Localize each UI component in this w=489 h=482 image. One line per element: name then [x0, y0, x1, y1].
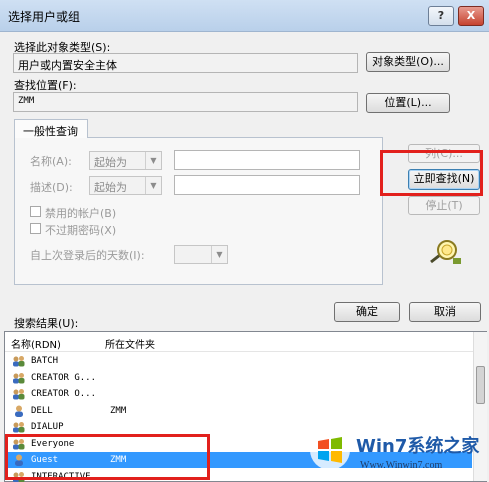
disabled-accounts-checkbox[interactable]	[30, 206, 41, 217]
description-mode-select[interactable]: 起始为 ▼	[89, 176, 162, 195]
column-header-name[interactable]: 名称(RDN)	[11, 336, 61, 351]
cancel-button[interactable]: 取消	[409, 302, 481, 322]
title-bar: 选择用户或组 ? X	[0, 0, 489, 32]
table-row[interactable]: DELL ZMM	[6, 403, 472, 419]
row-name: CREATOR G...	[31, 372, 97, 383]
row-folder: ZMM	[110, 405, 127, 416]
description-input[interactable]	[174, 175, 360, 195]
row-name: DELL	[31, 405, 53, 416]
table-row[interactable]: BATCH	[6, 353, 472, 369]
column-header-folder[interactable]: 所在文件夹	[105, 336, 155, 351]
help-button[interactable]: ?	[428, 6, 454, 26]
find-now-button[interactable]: 立即查找(N)	[408, 169, 480, 190]
user-icon	[15, 405, 23, 417]
row-name: CREATOR O...	[31, 389, 97, 399]
description-label: 描述(D):	[30, 181, 73, 194]
watermark: Win7系统之家 Www.Winwin7.com	[300, 426, 489, 482]
group-icon	[13, 389, 25, 400]
object-type-field: 用户或内置安全主体	[13, 53, 358, 73]
results-header: 名称(RDN) 所在文件夹	[5, 332, 473, 352]
disabled-accounts-label: 禁用的帐户(B)	[45, 207, 117, 220]
table-row[interactable]: CREATOR O...	[6, 386, 472, 402]
watermark-brand: Win7系统之家	[356, 436, 480, 457]
name-mode-select[interactable]: 起始为 ▼	[89, 151, 162, 170]
table-row[interactable]: CREATOR G...	[6, 370, 472, 386]
chevron-down-icon: ▼	[145, 177, 161, 194]
object-types-button[interactable]: 对象类型(O)...	[366, 52, 450, 72]
location-label: 查找位置(F):	[14, 79, 77, 92]
row-name: BATCH	[31, 356, 59, 366]
days-since-logon-label: 自上次登录后的天数(I):	[30, 249, 145, 262]
description-mode-value: 起始为	[94, 181, 127, 194]
tab-general-query[interactable]: 一般性查询	[14, 119, 88, 138]
name-mode-value: 起始为	[94, 156, 127, 169]
chevron-down-icon: ▼	[145, 152, 161, 169]
help-icon: ?	[437, 9, 445, 22]
stop-button[interactable]: 停止(T)	[408, 196, 480, 215]
row-name: DIALUP	[31, 422, 64, 432]
days-since-logon-select[interactable]: ▼	[174, 245, 228, 264]
close-button[interactable]: X	[458, 6, 484, 26]
name-input[interactable]	[174, 150, 360, 170]
group-icon	[13, 422, 25, 433]
watermark-url: Www.Winwin7.com	[360, 460, 443, 471]
non-expiring-password-label: 不过期密码(X)	[45, 224, 117, 237]
search-icon	[430, 240, 461, 264]
search-results-label: 搜索结果(U):	[14, 317, 79, 330]
scrollbar-thumb[interactable]	[476, 366, 485, 404]
name-label: 名称(A):	[30, 155, 72, 168]
non-expiring-password-checkbox[interactable]	[30, 223, 41, 234]
tab-general-query-label: 一般性查询	[23, 125, 78, 138]
windows-logo-icon	[310, 430, 350, 470]
location-field: ZMM	[13, 92, 358, 112]
chevron-down-icon: ▼	[211, 246, 227, 263]
group-icon	[13, 372, 25, 383]
close-icon: X	[466, 9, 476, 22]
ok-button[interactable]: 确定	[334, 302, 400, 322]
window-title: 选择用户或组	[8, 10, 81, 24]
locations-button[interactable]: 位置(L)...	[366, 93, 450, 113]
group-icon	[13, 356, 25, 367]
results-highlight	[5, 434, 210, 480]
